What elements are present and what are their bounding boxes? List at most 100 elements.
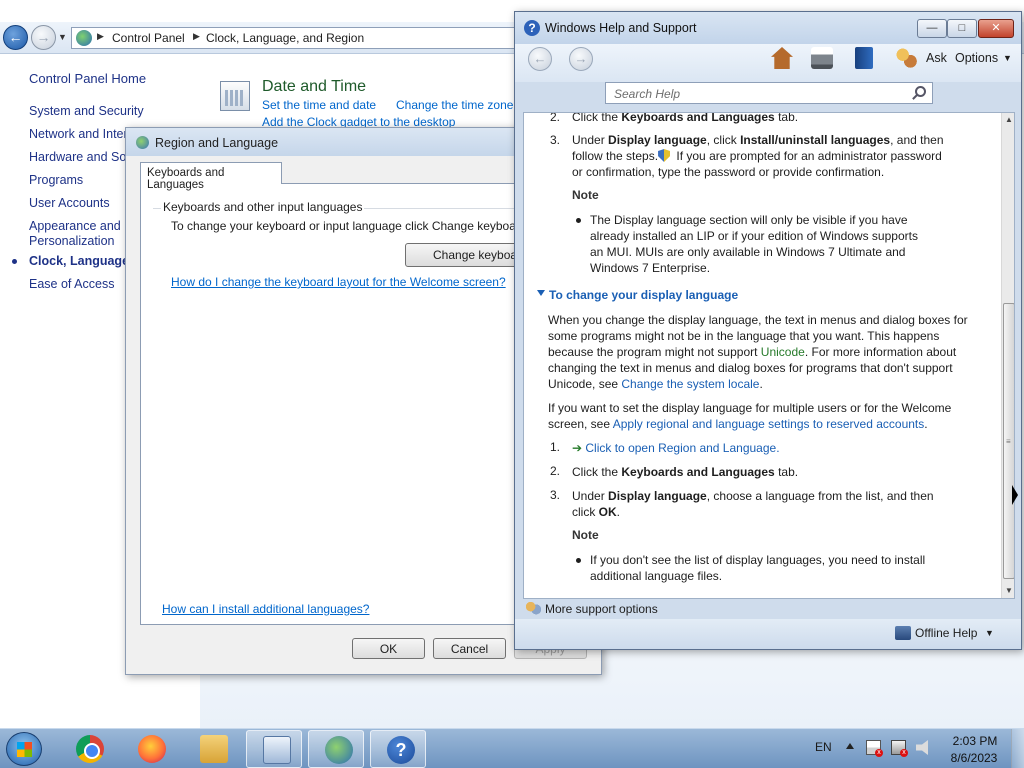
note-text: additional language files. (590, 569, 723, 583)
back-arrow-icon: ← (8, 29, 23, 45)
breadcrumb-control-panel[interactable]: Control Panel (112, 31, 185, 45)
sidebar-item-programs[interactable]: Programs (29, 173, 83, 188)
volume-muted-icon[interactable] (916, 740, 928, 755)
support-options-bar: More support options (515, 599, 1021, 619)
print-icon[interactable] (811, 47, 833, 69)
maximize-button[interactable]: □ (947, 19, 977, 38)
taskbar-help-support[interactable]: ? (370, 730, 426, 768)
sidebar-item-control-panel-home[interactable]: Control Panel Home (29, 71, 146, 86)
recent-pages-dropdown-icon[interactable]: ▼ (58, 32, 67, 42)
change-system-locale-link[interactable]: Change the system locale (621, 377, 759, 391)
close-button[interactable]: ✕ (978, 19, 1014, 38)
options-dropdown-icon[interactable]: ▼ (1003, 53, 1012, 63)
action-center-flag-icon[interactable]: x (866, 740, 883, 757)
scroll-down-icon[interactable]: ▼ (1002, 584, 1014, 598)
note-text: If you don't see the list of display lan… (590, 553, 926, 567)
open-region-language-link[interactable]: Click to open Region and Language. (585, 441, 779, 455)
search-placeholder: Search Help (614, 87, 681, 101)
sidebar-item-hardware[interactable]: Hardware and Sou (29, 150, 133, 165)
forward-button[interactable]: → (31, 25, 56, 50)
group-title: Keyboards and other input languages (161, 200, 365, 214)
clock-time[interactable]: 2:03 PM (950, 734, 1000, 748)
cancel-button[interactable]: Cancel (433, 638, 506, 659)
help-forward-button[interactable]: → (569, 47, 593, 71)
paragraph-text: changing the text in menus and dialog bo… (548, 361, 953, 375)
set-time-date-link[interactable]: Set the time and date (262, 98, 376, 112)
note-text: already installed an LIP or if your edit… (590, 229, 918, 243)
network-icon[interactable]: x (891, 740, 908, 757)
breadcrumb-separator-icon[interactable]: ▶ (97, 31, 104, 42)
help-article: 2. Click the Keyboards and Languages tab… (523, 112, 1015, 599)
sidebar-item-network[interactable]: Network and Inter (29, 127, 128, 142)
help-window-title: Windows Help and Support (545, 21, 697, 35)
note-text: an MUI. MUIs are only available in Windo… (590, 245, 906, 259)
install-languages-link[interactable]: How can I install additional languages? (162, 602, 369, 616)
sidebar-item-ease-of-access[interactable]: Ease of Access (29, 277, 114, 292)
taskbar: ? EN x x 2:03 PM 8/6/2023 (0, 728, 1024, 768)
taskbar-control-panel[interactable] (246, 730, 302, 768)
minimize-button[interactable]: — (917, 19, 947, 38)
calendar-clock-icon[interactable] (220, 81, 250, 111)
step-number: 1. (550, 440, 561, 454)
browse-help-icon[interactable] (855, 47, 873, 69)
ask-button[interactable]: Ask (926, 51, 947, 65)
welcome-screen-keyboard-link[interactable]: How do I change the keyboard layout for … (171, 275, 506, 289)
sidebar-item-system-security[interactable]: System and Security (29, 104, 144, 119)
help-back-button[interactable]: ← (528, 47, 552, 71)
section-heading[interactable]: To change your display language (549, 288, 738, 302)
breadcrumb-separator-icon[interactable]: ▶ (193, 31, 200, 42)
firefox-icon (138, 735, 166, 763)
options-button[interactable]: Options (955, 51, 998, 65)
sidebar-item-personalization[interactable]: Personalization (29, 234, 114, 249)
control-panel-icon (76, 30, 92, 46)
taskbar-region-language[interactable] (308, 730, 364, 768)
sidebar-item-user-accounts[interactable]: User Accounts (29, 196, 110, 211)
date-time-title[interactable]: Date and Time (262, 78, 366, 96)
taskbar-chrome[interactable] (60, 730, 116, 768)
unicode-link[interactable]: Unicode (761, 345, 805, 359)
offline-help-button[interactable]: Offline Help (915, 626, 977, 640)
step-text: follow the steps. If you are prompted fo… (572, 149, 942, 163)
tab-keyboards-languages[interactable]: Keyboards and Languages (140, 162, 282, 191)
control-panel-icon (263, 736, 291, 764)
step-text: click OK. (572, 505, 621, 519)
group-description: To change your keyboard or input languag… (171, 219, 536, 233)
paragraph-text: screen, see Apply regional and language … (548, 417, 928, 431)
clock-date[interactable]: 8/6/2023 (945, 751, 1003, 765)
note-heading: Note (572, 188, 599, 202)
bullet-icon (576, 218, 581, 223)
search-icon[interactable] (915, 86, 926, 97)
start-button[interactable] (6, 732, 42, 766)
address-bar[interactable]: ▶ Control Panel ▶ Clock, Language, and R… (71, 27, 516, 49)
vertical-scrollbar[interactable]: ▲ ≡ ▼ (1001, 113, 1014, 598)
reserved-accounts-link[interactable]: Apply regional and language settings to … (613, 417, 925, 431)
forward-arrow-icon: → (36, 29, 51, 45)
step-number: 3. (550, 488, 561, 502)
change-time-zone-link[interactable]: Change the time zone (396, 98, 513, 112)
show-desktop-button[interactable] (1011, 729, 1024, 768)
taskbar-firefox[interactable] (122, 730, 178, 768)
offline-help-icon[interactable] (895, 626, 911, 640)
globe-icon (136, 136, 149, 149)
language-indicator[interactable]: EN (815, 740, 832, 754)
help-titlebar[interactable]: ? Windows Help and Support — □ ✕ (515, 12, 1021, 44)
more-support-options-link[interactable]: More support options (545, 602, 658, 616)
ok-button[interactable]: OK (352, 638, 425, 659)
scroll-up-icon[interactable]: ▲ (1002, 113, 1014, 127)
ask-icon[interactable] (895, 47, 917, 69)
collapse-triangle-icon[interactable] (537, 290, 545, 296)
breadcrumb-clock-language-region[interactable]: Clock, Language, and Region (206, 31, 364, 45)
back-button[interactable]: ← (3, 25, 28, 50)
home-icon[interactable] (771, 47, 793, 69)
note-heading: Note (572, 528, 599, 542)
show-hidden-icons-icon[interactable] (846, 743, 854, 749)
taskbar-explorer[interactable] (184, 730, 240, 768)
paragraph-text: If you want to set the display language … (548, 401, 952, 415)
step-text: or confirmation, type the password or pr… (572, 165, 885, 179)
scrollbar-thumb[interactable]: ≡ (1003, 303, 1014, 579)
sidebar-item-appearance[interactable]: Appearance and (29, 219, 121, 234)
paragraph-text: some programs might not be in the langua… (548, 329, 940, 343)
offline-dropdown-icon[interactable]: ▼ (985, 628, 994, 638)
people-icon[interactable] (525, 601, 541, 615)
search-help-input[interactable]: Search Help (605, 82, 933, 104)
